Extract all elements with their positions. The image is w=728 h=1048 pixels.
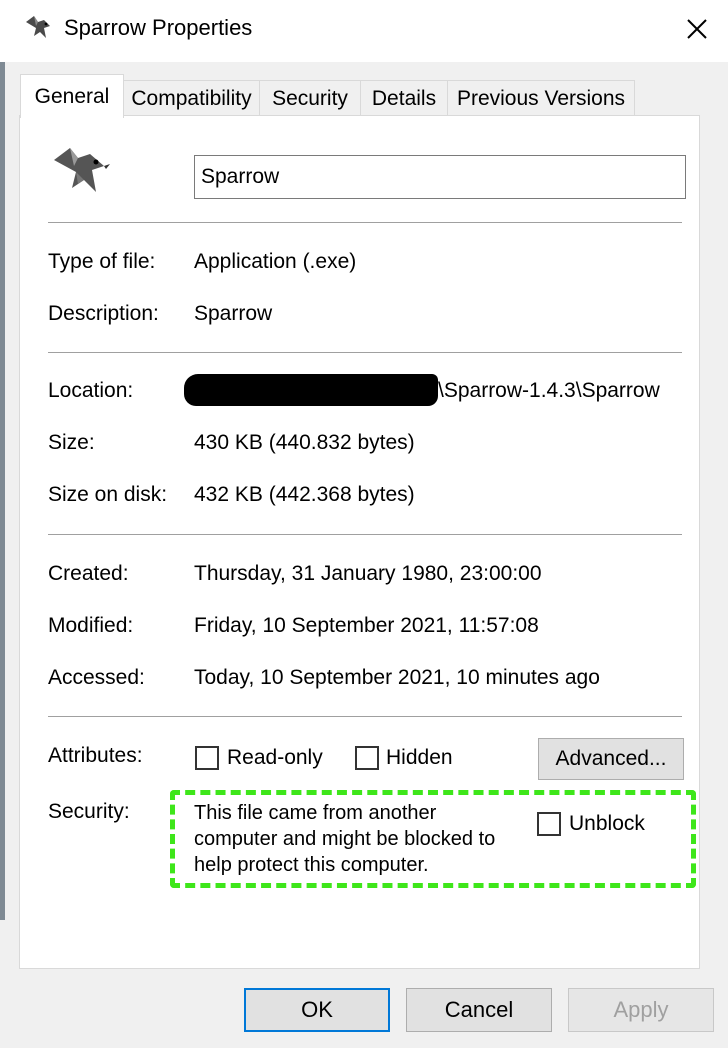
title-bar[interactable]: Sparrow Properties [0,0,728,62]
sparrow-bird-icon [26,16,50,38]
separator [48,716,682,717]
cancel-button[interactable]: Cancel [406,988,552,1032]
properties-dialog: Sparrow Properties General Compatibility… [0,0,728,1048]
modified-label: Modified: [48,614,134,637]
accessed-value: Today, 10 September 2021, 10 minutes ago [194,666,600,689]
type-of-file-value: Application (.exe) [194,250,357,273]
size-label: Size: [48,431,95,454]
tab-general[interactable]: General [20,74,124,118]
separator [48,534,682,535]
size-on-disk-value: 432 KB (442.368 bytes) [194,483,415,506]
ok-button[interactable]: OK [244,988,390,1032]
created-value: Thursday, 31 January 1980, 23:00:00 [194,562,542,585]
location-value: \Sparrow-1.4.3\Sparrow [438,379,660,402]
tab-compatibility[interactable]: Compatibility [123,80,260,116]
security-label: Security: [48,800,130,823]
apply-button[interactable]: Apply [568,988,714,1032]
background-window-edge [0,30,5,920]
size-value: 430 KB (440.832 bytes) [194,431,415,454]
sparrow-bird-icon [54,148,110,192]
created-label: Created: [48,562,129,585]
hidden-checkbox[interactable] [355,746,379,770]
redaction-mark [184,374,438,406]
read-only-checkbox[interactable] [195,746,219,770]
separator [48,222,682,223]
description-value: Sparrow [194,302,273,325]
tab-previous-versions[interactable]: Previous Versions [447,80,635,116]
separator [48,352,682,353]
security-message-line: help protect this computer. [194,854,429,876]
type-of-file-label: Type of file: [48,250,156,273]
close-icon [687,19,707,39]
security-message-line: computer and might be blocked to [194,828,496,850]
security-message: This file came from another computer and… [194,800,534,878]
description-label: Description: [48,302,159,325]
read-only-label[interactable]: Read-only [227,746,323,770]
location-label: Location: [48,379,134,402]
unblock-checkbox[interactable] [537,812,561,836]
tab-security[interactable]: Security [259,80,361,116]
unblock-label[interactable]: Unblock [569,812,645,836]
close-button[interactable] [672,6,722,52]
modified-value: Friday, 10 September 2021, 11:57:08 [194,614,539,637]
size-on-disk-label: Size on disk: [48,483,168,506]
tab-details[interactable]: Details [360,80,448,116]
attributes-label: Attributes: [48,744,143,767]
hidden-label[interactable]: Hidden [386,746,453,770]
accessed-label: Accessed: [48,666,145,689]
file-name-field[interactable] [194,155,686,199]
advanced-button[interactable]: Advanced... [538,738,684,780]
window-title: Sparrow Properties [64,15,253,40]
security-message-line: This file came from another [194,802,437,824]
